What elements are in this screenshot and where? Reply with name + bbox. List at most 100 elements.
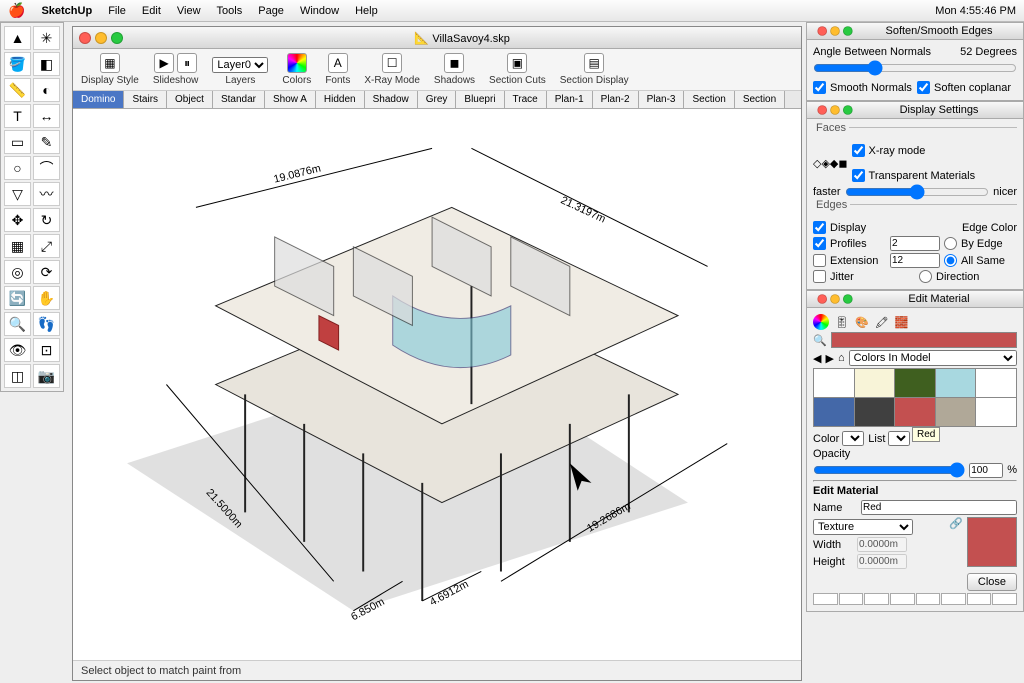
recent-swatch[interactable] xyxy=(992,593,1017,605)
library-select[interactable]: Colors In Model xyxy=(849,350,1017,366)
tab-domino[interactable]: Domino xyxy=(73,91,124,108)
opacity-input[interactable] xyxy=(969,463,1003,478)
zoom-tool[interactable]: 🔍 xyxy=(4,312,31,336)
recent-swatch[interactable] xyxy=(864,593,889,605)
material-name-input[interactable] xyxy=(861,500,1017,515)
apple-icon[interactable]: 🍎 xyxy=(8,2,25,19)
texture-select[interactable]: Texture xyxy=(813,519,913,535)
tab-showa[interactable]: Show A xyxy=(265,91,316,108)
home-icon[interactable]: ⌂ xyxy=(838,352,845,364)
position-camera-tool[interactable]: 📷 xyxy=(33,364,60,388)
swatch-0[interactable] xyxy=(814,369,854,397)
direction-radio[interactable] xyxy=(919,270,932,283)
menu-view[interactable]: View xyxy=(177,5,201,17)
tab-object[interactable]: Object xyxy=(167,91,213,108)
menu-tools[interactable]: Tools xyxy=(217,5,243,17)
line-tool[interactable]: ✎ xyxy=(33,130,60,154)
recent-swatch[interactable] xyxy=(813,593,838,605)
pan-tool[interactable]: ✋ xyxy=(33,286,60,310)
app-name[interactable]: SketchUp xyxy=(41,5,92,17)
transparent-checkbox[interactable] xyxy=(852,169,865,182)
profiles-input[interactable] xyxy=(890,236,940,251)
face-style-icons[interactable]: ◇◈◆◼ xyxy=(813,157,848,170)
sliders-icon[interactable]: 🎚 xyxy=(835,316,849,329)
followme-tool[interactable]: ⟳ xyxy=(33,260,60,284)
model-viewport[interactable]: 19.0876m 21.3197m 21.5000m 6.850m 4.6912… xyxy=(73,109,801,660)
xray-checkbox[interactable] xyxy=(852,144,865,157)
tex-width-input[interactable] xyxy=(857,537,907,552)
swatch-5[interactable] xyxy=(814,398,854,426)
color-mode-select[interactable] xyxy=(842,431,864,446)
menu-window[interactable]: Window xyxy=(300,5,339,17)
axes-tool[interactable]: ✳ xyxy=(33,26,60,50)
scale-tool[interactable]: ⤢ xyxy=(33,234,60,258)
palette-icon[interactable]: 🎨 xyxy=(855,316,869,329)
tab-section2[interactable]: Section xyxy=(735,91,785,108)
angle-slider[interactable] xyxy=(813,60,1017,76)
swatch-2[interactable] xyxy=(895,369,935,397)
min-icon[interactable] xyxy=(830,105,840,115)
close-icon[interactable] xyxy=(817,105,827,115)
freehand-tool[interactable]: 〰 xyxy=(33,182,60,206)
xray-button[interactable]: ☐ xyxy=(382,53,402,73)
rectangle-tool[interactable]: ▭ xyxy=(4,130,31,154)
slideshow-pause[interactable]: ⏸ xyxy=(177,53,197,73)
opacity-slider[interactable] xyxy=(813,462,965,478)
recent-swatch[interactable] xyxy=(941,593,966,605)
swatch-9[interactable] xyxy=(976,398,1016,426)
all-same-radio[interactable] xyxy=(944,254,957,267)
move-tool[interactable]: ✥ xyxy=(4,208,31,232)
transparency-slider[interactable] xyxy=(845,184,990,200)
by-edge-radio[interactable] xyxy=(944,237,957,250)
search-icon[interactable]: 🔍 xyxy=(813,334,827,347)
tab-standard[interactable]: Standar xyxy=(213,91,265,108)
profiles-checkbox[interactable] xyxy=(813,237,826,250)
layers-select[interactable]: Layer0 xyxy=(212,57,268,73)
max-icon[interactable] xyxy=(843,26,853,36)
colors-button[interactable] xyxy=(287,53,307,73)
eraser-tool[interactable]: ◧ xyxy=(33,52,60,76)
arc-tool[interactable]: ⌒ xyxy=(33,156,60,180)
look-tool[interactable]: 👁 xyxy=(4,338,31,362)
recent-swatch[interactable] xyxy=(839,593,864,605)
slideshow-play[interactable]: ▶ xyxy=(154,53,174,73)
brick-icon[interactable]: 🧱 xyxy=(895,316,909,329)
max-icon[interactable] xyxy=(843,294,853,304)
tab-stairs[interactable]: Stairs xyxy=(124,91,167,108)
section-cuts-button[interactable]: ▣ xyxy=(507,53,527,73)
tab-plan2[interactable]: Plan-2 xyxy=(593,91,639,108)
tab-plan1[interactable]: Plan-1 xyxy=(547,91,593,108)
swatch-8[interactable] xyxy=(936,398,976,426)
color-wheel-icon[interactable] xyxy=(813,314,829,330)
tab-trace[interactable]: Trace xyxy=(505,91,547,108)
rotate-tool[interactable]: ↻ xyxy=(33,208,60,232)
fonts-button[interactable]: A xyxy=(328,53,348,73)
menu-edit[interactable]: Edit xyxy=(142,5,161,17)
list-mode-select[interactable] xyxy=(888,431,910,446)
select-tool[interactable]: ▲ xyxy=(4,26,31,50)
tab-section1[interactable]: Section xyxy=(684,91,734,108)
link-icon[interactable]: 🔗 xyxy=(949,517,963,530)
tape-tool[interactable]: 📏 xyxy=(4,78,31,102)
swatch-6[interactable] xyxy=(855,398,895,426)
swatch-7[interactable] xyxy=(895,398,935,426)
tab-blueprint[interactable]: Bluepri xyxy=(456,91,504,108)
menu-page[interactable]: Page xyxy=(258,5,284,17)
recent-swatch[interactable] xyxy=(967,593,992,605)
paint-tool[interactable]: 🪣 xyxy=(4,52,31,76)
material-tabs[interactable]: 🎚 🎨 🖍 🧱 xyxy=(813,314,1017,330)
text-tool[interactable]: T xyxy=(4,104,31,128)
menu-file[interactable]: File xyxy=(108,5,126,17)
extension-input[interactable] xyxy=(890,253,940,268)
swatch-1[interactable] xyxy=(855,369,895,397)
section-tool[interactable]: ◫ xyxy=(4,364,31,388)
recent-swatch[interactable] xyxy=(916,593,941,605)
orbit-tool[interactable]: 🔄 xyxy=(4,286,31,310)
menu-help[interactable]: Help xyxy=(355,5,378,17)
tab-shadow[interactable]: Shadow xyxy=(365,91,418,108)
offset-tool[interactable]: ◎ xyxy=(4,260,31,284)
minimize-button[interactable] xyxy=(95,32,107,44)
extension-checkbox[interactable] xyxy=(813,254,826,267)
zoom-button[interactable] xyxy=(111,32,123,44)
dimension-tool[interactable]: ↔ xyxy=(33,104,60,128)
